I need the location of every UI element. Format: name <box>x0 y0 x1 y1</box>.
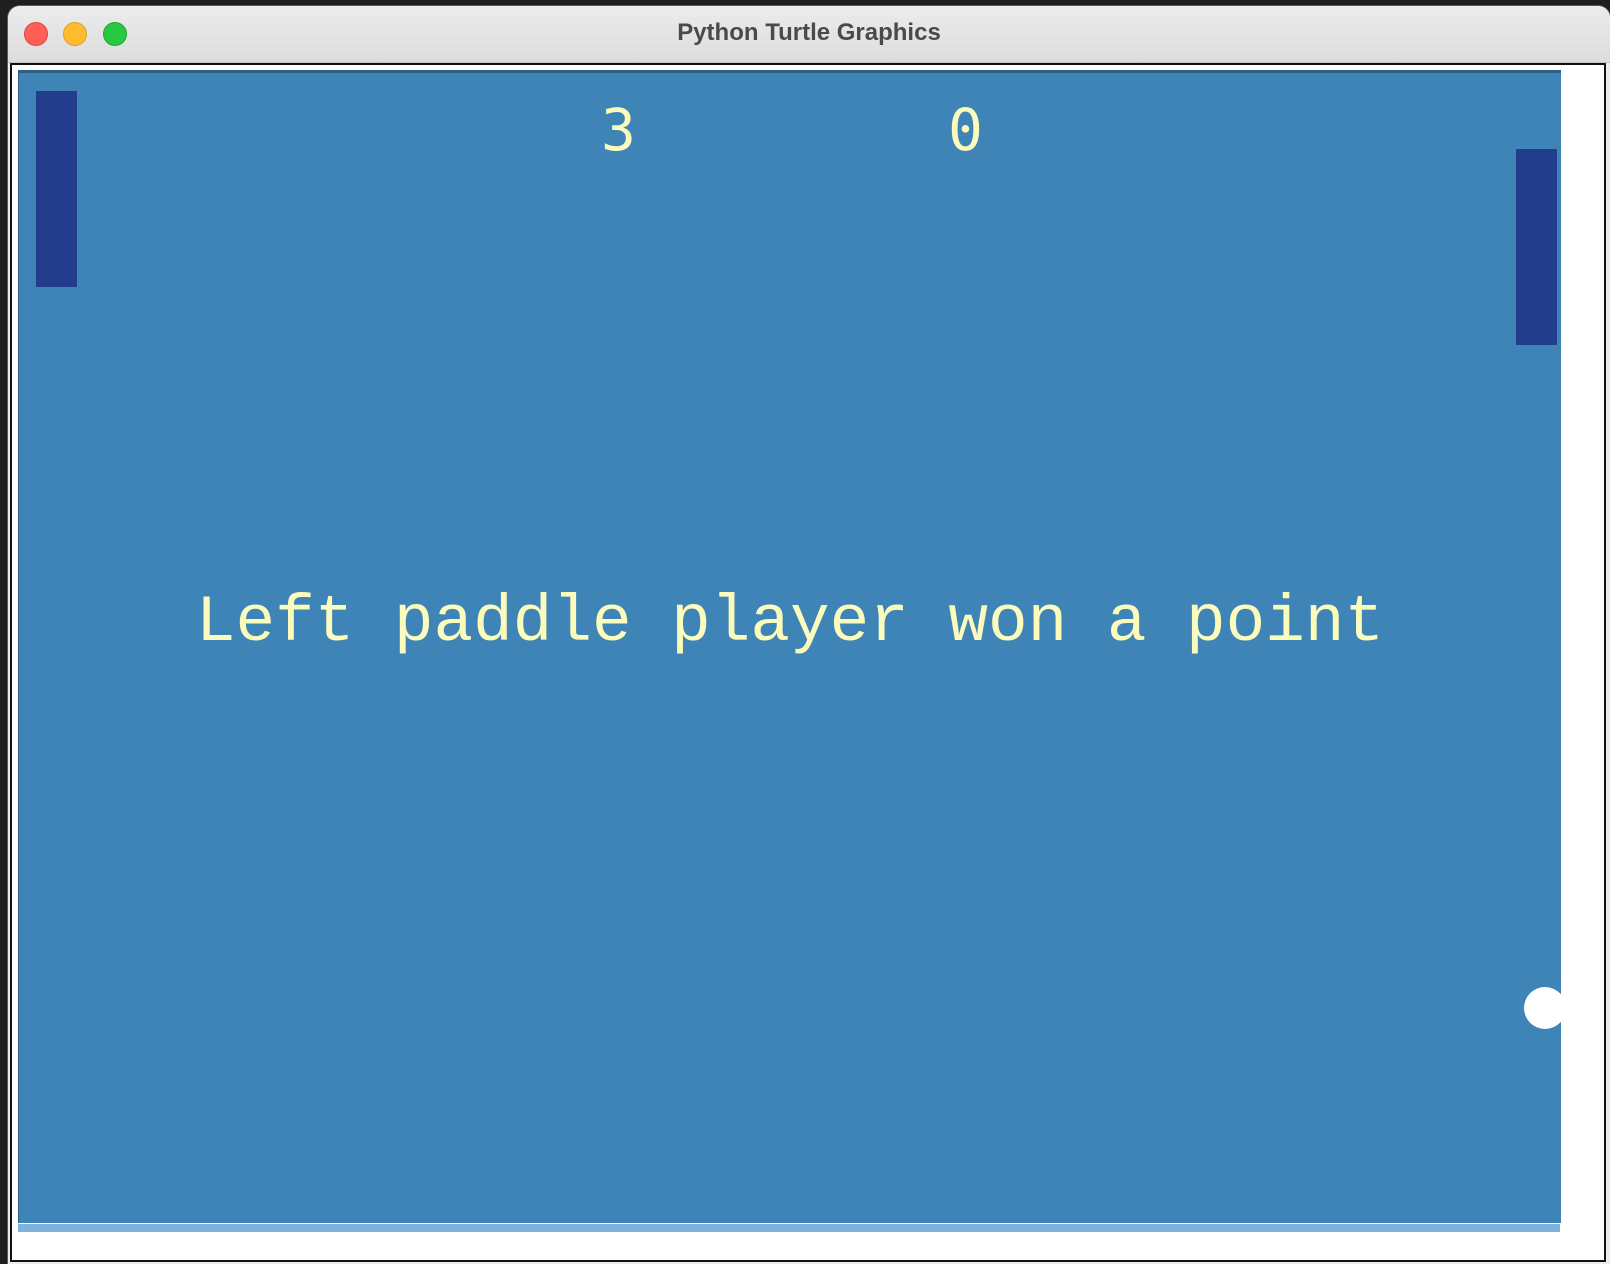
point-message: Left paddle player won a point <box>195 585 1385 660</box>
right-player-score: 0 <box>948 96 983 164</box>
left-player-score: 3 <box>601 96 636 164</box>
game-canvas[interactable]: 3 0 Left paddle player won a point <box>18 70 1561 1223</box>
window-titlebar[interactable]: Python Turtle Graphics <box>8 6 1610 63</box>
left-paddle <box>36 91 77 287</box>
ball <box>1524 987 1561 1029</box>
window-title: Python Turtle Graphics <box>677 19 941 46</box>
right-paddle <box>1516 149 1557 345</box>
canvas-bottom-edge <box>18 1224 1560 1232</box>
turtle-window: Python Turtle Graphics 3 0 Left paddle p… <box>8 6 1610 1264</box>
